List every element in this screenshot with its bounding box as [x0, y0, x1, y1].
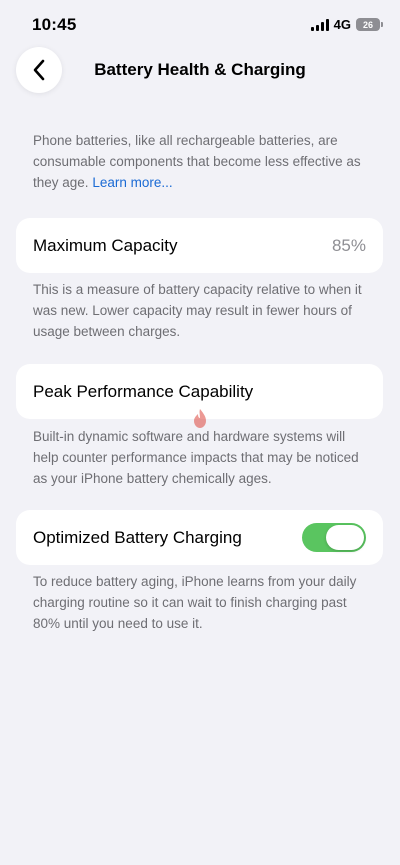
optimized-charging-toggle[interactable]: [302, 523, 366, 552]
status-indicators: 4G 26: [310, 17, 383, 32]
peak-performance-description: Built-in dynamic software and hardware s…: [33, 429, 359, 486]
page-title: Battery Health & Charging: [94, 60, 306, 79]
optimized-charging-row: Optimized Battery Charging: [16, 510, 383, 565]
peak-performance-row: Peak Performance Capability: [16, 364, 383, 419]
battery-level: 26: [362, 19, 373, 30]
maximum-capacity-label: Maximum Capacity: [33, 235, 178, 255]
maximum-capacity-description: This is a measure of battery capacity re…: [33, 282, 362, 339]
maximum-capacity-value: 85%: [331, 235, 366, 255]
battery-icon: 26: [356, 18, 383, 31]
peak-performance-label: Peak Performance Capability: [33, 381, 254, 401]
status-bar: 10:45 4G 26: [0, 0, 400, 50]
status-time: 10:45: [32, 15, 77, 34]
maximum-capacity-row: Maximum Capacity 85%: [16, 218, 383, 273]
optimized-charging-description: To reduce battery aging, iPhone learns f…: [33, 574, 357, 631]
navigation-bar: Battery Health & Charging: [0, 46, 400, 96]
learn-more-link[interactable]: Learn more...: [92, 175, 172, 190]
intro-description: Phone batteries, like all rechargeable b…: [33, 130, 373, 193]
signal-icon: [310, 18, 329, 31]
optimized-charging-label: Optimized Battery Charging: [33, 527, 242, 547]
toggle-knob: [326, 525, 364, 550]
intro-text: Phone batteries, like all rechargeable b…: [33, 133, 361, 190]
network-type: 4G: [333, 17, 351, 32]
